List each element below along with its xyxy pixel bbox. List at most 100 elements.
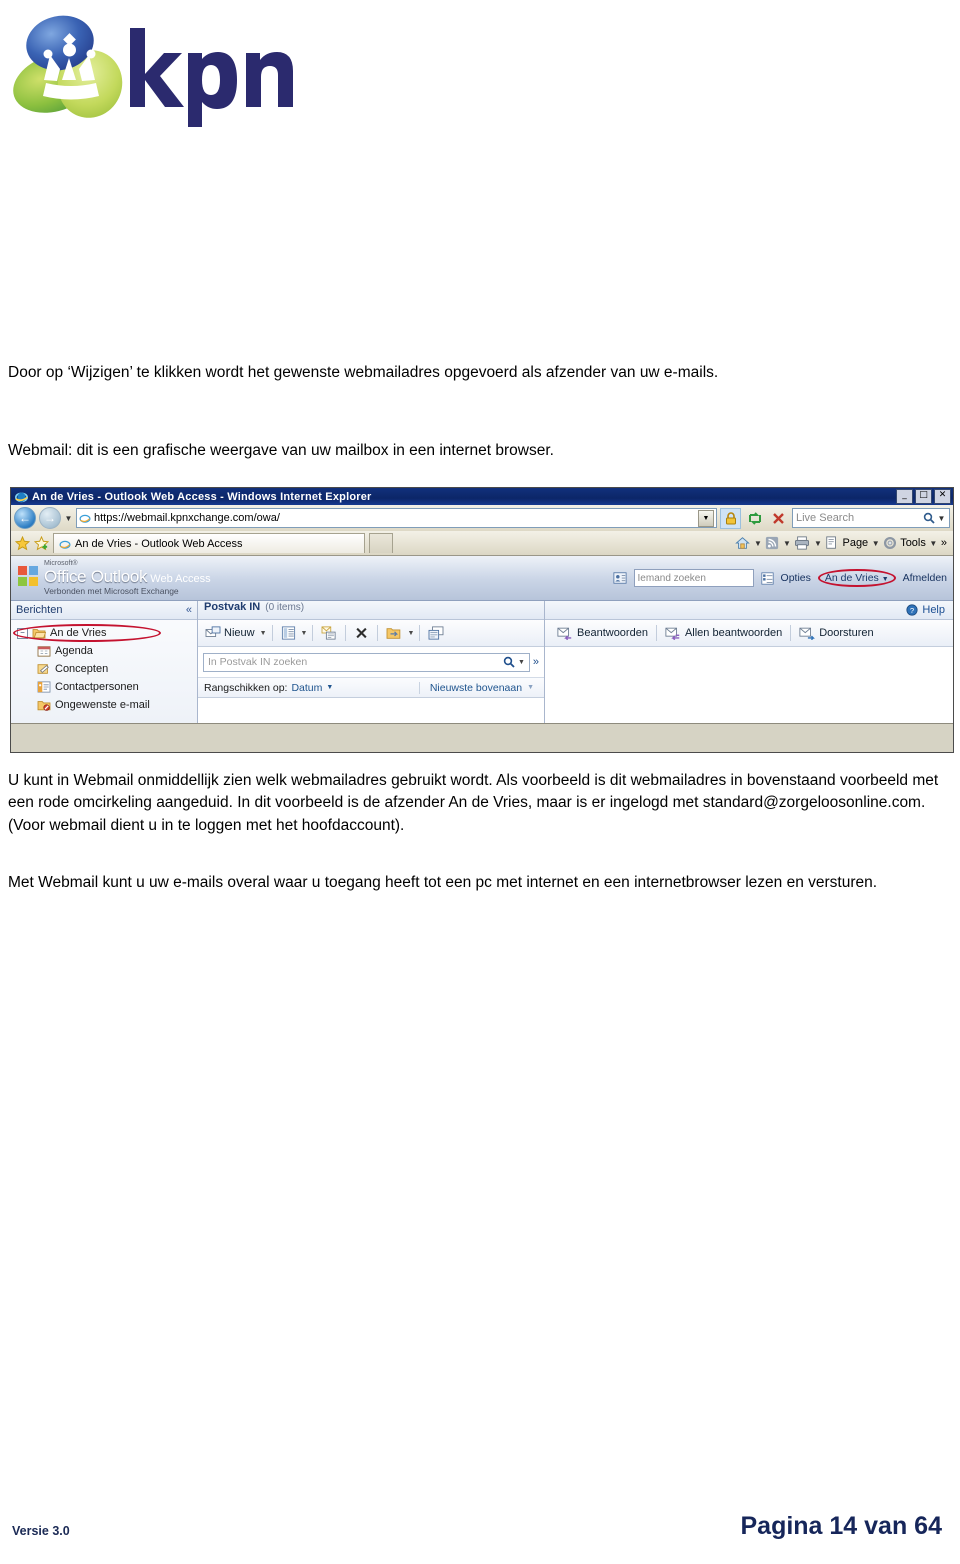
categorize-icon (428, 626, 444, 640)
message-search-input[interactable]: In Postvak IN zoeken ▼ (203, 652, 530, 672)
move-caret-icon[interactable]: ▼ (407, 630, 414, 637)
lock-icon[interactable] (720, 507, 741, 529)
print-icon[interactable] (794, 536, 810, 550)
check-messages-icon (322, 626, 337, 640)
stop-icon (773, 512, 784, 524)
categorize-button[interactable] (425, 624, 447, 642)
address-dropdown-icon[interactable]: ▼ (698, 509, 714, 527)
browser-tab-label: An de Vries - Outlook Web Access (75, 537, 243, 550)
rss-caret-icon[interactable]: ▼ (782, 539, 791, 548)
help-link[interactable]: Help (922, 604, 945, 616)
kpn-logo (10, 10, 300, 130)
view-icon (281, 626, 295, 640)
folder-row-contactpersonen[interactable]: Contactpersonen (15, 678, 197, 696)
new-message-caret-icon[interactable]: ▼ (260, 630, 267, 637)
options-icon (760, 571, 774, 585)
close-button[interactable]: ✕ (934, 489, 951, 504)
favorites-star-icon[interactable] (15, 535, 30, 551)
tools-caret-icon[interactable]: ▼ (929, 539, 938, 548)
current-folder-name: Postvak IN (204, 601, 261, 613)
kpn-logo-svg (13, 15, 293, 127)
red-highlight-ellipse-user (817, 569, 896, 587)
search-controls[interactable]: ▼ (923, 512, 946, 524)
forward-button[interactable]: Doorsturen (791, 625, 881, 642)
sort-order-control[interactable]: Nieuwste bovenaan ▼ (418, 681, 544, 694)
move-button[interactable] (383, 624, 405, 642)
check-messages-button[interactable] (318, 624, 340, 642)
contacts-icon (37, 681, 51, 693)
folder-label: Agenda (55, 645, 93, 657)
page-menu-button[interactable]: Page (842, 537, 868, 549)
internet-explorer-icon (15, 492, 28, 503)
reading-pane-toolbar: Beantwoorden Allen beantwoorden Doorstur… (545, 620, 953, 647)
collapse-navigation-icon[interactable]: « (186, 604, 192, 616)
move-icon (387, 628, 401, 639)
new-tab-button[interactable] (369, 533, 393, 553)
reply-icon (557, 627, 572, 640)
delete-button[interactable] (351, 624, 372, 642)
microsoft-office-logo-icon (18, 566, 38, 587)
history-caret-icon[interactable]: ▼ (64, 514, 73, 523)
window-controls: _ □ ✕ (896, 489, 951, 504)
gear-icon[interactable] (883, 536, 897, 550)
print-caret-icon[interactable]: ▼ (813, 539, 822, 548)
sort-by-value: Datum (291, 681, 323, 694)
stop-button[interactable] (768, 508, 789, 529)
sort-by-control[interactable]: Rangschikken op: Datum ▼ (198, 682, 419, 694)
folder-label: Contactpersonen (55, 681, 139, 693)
browser-tab[interactable]: An de Vries - Outlook Web Access (53, 533, 365, 553)
reply-label: Beantwoorden (577, 627, 648, 639)
tab-favicon-icon (59, 540, 71, 549)
command-overflow-icon[interactable]: » (941, 537, 947, 549)
lock-glyph (725, 511, 736, 524)
tools-menu-button[interactable]: Tools (900, 537, 926, 549)
view-caret-icon[interactable]: ▼ (301, 630, 308, 637)
paragraph-webmail-explanation: U kunt in Webmail onmiddellijk zien welk… (8, 772, 939, 834)
refresh-icon (748, 511, 761, 525)
toolbar-separator (312, 625, 314, 641)
rss-icon[interactable] (765, 536, 779, 550)
add-to-favorites-icon[interactable] (34, 535, 49, 551)
sort-order-caret-icon: ▼ (527, 684, 534, 691)
current-user-menu[interactable]: An de Vries ▼ (817, 569, 896, 587)
home-caret-icon[interactable]: ▼ (753, 539, 762, 548)
folder-row-concepten[interactable]: Concepten (15, 660, 197, 678)
search-input[interactable]: Live Search ▼ (792, 508, 950, 528)
message-search-placeholder: In Postvak IN zoeken (208, 656, 308, 668)
search-caret-icon[interactable]: ▼ (937, 514, 946, 523)
browser-title: An de Vries - Outlook Web Access - Windo… (32, 490, 372, 503)
minimize-button[interactable]: _ (896, 489, 913, 504)
message-list-toolbar: Nieuw ▼ ▼ ▼ (198, 620, 544, 647)
owa-reading-pane: ? Help Beantwoorden Allen beantwoorden D… (545, 601, 953, 723)
page-icon[interactable] (825, 536, 839, 550)
drafts-icon (37, 664, 49, 674)
document-version: Versie 3.0 (12, 1524, 70, 1538)
home-icon[interactable] (735, 536, 751, 550)
reply-all-button[interactable]: Allen beantwoorden (657, 625, 790, 642)
help-icon: ? (906, 604, 918, 616)
refresh-button[interactable] (744, 508, 765, 529)
forward-button[interactable]: → (39, 507, 61, 529)
folder-row-agenda[interactable]: Agenda (15, 642, 197, 660)
message-search-controls[interactable]: ▼ (503, 656, 525, 668)
reply-button[interactable]: Beantwoorden (549, 625, 656, 642)
folder-label: Concepten (55, 663, 109, 675)
maximize-button[interactable]: □ (915, 489, 932, 504)
owa-product-name: Office Outlook (44, 566, 148, 586)
folder-row-ongewenste-email[interactable]: Ongewenste e-mail (15, 696, 197, 714)
address-input[interactable]: https://webmail.kpnxchange.com/owa/ ▼ (76, 508, 717, 528)
new-mail-icon (205, 626, 221, 637)
expand-search-icon[interactable]: » (533, 656, 539, 668)
page-caret-icon[interactable]: ▼ (871, 539, 880, 548)
signout-link[interactable]: Afmelden (903, 572, 947, 584)
message-search-row: In Postvak IN zoeken ▼ » (198, 647, 544, 677)
folder-row-mailbox[interactable]: − An de Vries (13, 624, 197, 642)
page-footer: Versie 3.0 Pagina 14 van 64 (0, 1512, 960, 1552)
new-message-button[interactable]: Nieuw (202, 624, 258, 642)
view-button[interactable] (278, 624, 299, 642)
search-options-caret-icon[interactable]: ▼ (518, 659, 525, 666)
find-someone-input[interactable]: Iemand zoeken (633, 569, 754, 587)
address-url: https://webmail.kpnxchange.com/owa/ (94, 512, 280, 524)
options-link[interactable]: Opties (781, 572, 811, 584)
back-button[interactable]: ← (14, 507, 36, 529)
